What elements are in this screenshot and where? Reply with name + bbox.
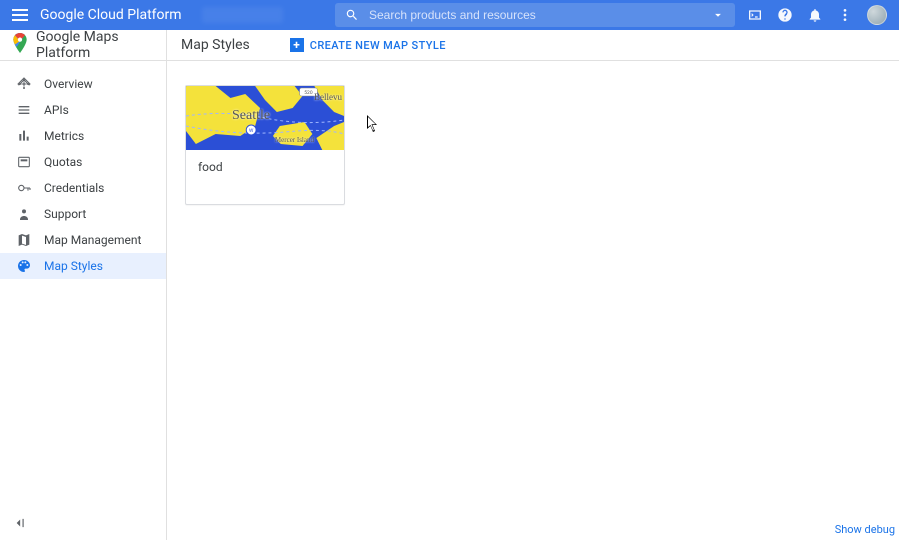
create-map-style-label: CREATE NEW MAP STYLE xyxy=(310,39,446,52)
sidebar-item-metrics[interactable]: Metrics xyxy=(0,123,166,149)
platform-title: Google Cloud Platform xyxy=(40,7,182,23)
sidebar-item-quotas[interactable]: Quotas xyxy=(0,149,166,175)
product-brand-label: Google Maps Platform xyxy=(36,29,166,61)
sidebar-item-label: Credentials xyxy=(44,181,104,195)
create-map-style-button[interactable]: + CREATE NEW MAP STYLE xyxy=(290,38,446,52)
menu-icon[interactable] xyxy=(12,9,28,21)
palette-icon xyxy=(16,258,32,274)
top-header: Google Cloud Platform xyxy=(0,0,899,30)
map-icon xyxy=(16,232,32,248)
map-style-thumbnail: 520 W Seattle Bellevu Mercer Island xyxy=(186,86,344,150)
collapse-sidebar-button[interactable] xyxy=(10,514,28,532)
sidebar-item-label: APIs xyxy=(44,103,69,117)
sidebar: Overview APIs Metrics Quotas Credentials… xyxy=(0,61,167,540)
sidebar-item-label: Map Styles xyxy=(44,259,103,273)
search-box[interactable] xyxy=(335,3,735,27)
svg-text:520: 520 xyxy=(304,90,313,96)
person-icon xyxy=(16,206,32,222)
key-icon xyxy=(16,180,32,196)
sidebar-item-map-styles[interactable]: Map Styles xyxy=(0,253,166,279)
svg-text:W: W xyxy=(249,128,254,134)
show-debug-link[interactable]: Show debug xyxy=(835,523,895,536)
sidebar-item-support[interactable]: Support xyxy=(0,201,166,227)
chevron-left-collapse-icon xyxy=(12,516,26,530)
thumb-city-label: Seattle xyxy=(232,108,270,124)
sidebar-item-label: Quotas xyxy=(44,155,82,169)
cursor-icon xyxy=(367,115,379,133)
plus-icon: + xyxy=(290,38,304,52)
sidebar-item-label: Support xyxy=(44,207,86,221)
sidebar-item-credentials[interactable]: Credentials xyxy=(0,175,166,201)
product-brand: Google Maps Platform xyxy=(0,30,167,60)
notifications-icon[interactable] xyxy=(807,7,823,23)
sidebar-item-overview[interactable]: Overview xyxy=(0,71,166,97)
maps-pin-icon xyxy=(12,33,28,57)
list-icon xyxy=(16,102,32,118)
search-icon xyxy=(345,8,359,22)
sidebar-item-apis[interactable]: APIs xyxy=(0,97,166,123)
cloud-shell-icon[interactable] xyxy=(747,7,763,23)
page-title: Map Styles xyxy=(167,37,250,53)
project-selector[interactable] xyxy=(202,7,283,23)
sidebar-item-label: Map Management xyxy=(44,233,141,247)
content-area: 520 W Seattle Bellevu Mercer Island food xyxy=(167,61,899,540)
search-input[interactable] xyxy=(369,8,701,22)
header-actions xyxy=(747,5,887,25)
more-icon[interactable] xyxy=(837,7,853,23)
sidebar-item-label: Overview xyxy=(44,77,93,91)
sidebar-item-map-management[interactable]: Map Management xyxy=(0,227,166,253)
product-header: Google Maps Platform Map Styles + CREATE… xyxy=(0,30,899,61)
thumb-east-label: Bellevu xyxy=(314,92,342,102)
chevron-down-icon[interactable] xyxy=(711,8,725,22)
help-icon[interactable] xyxy=(777,7,793,23)
bar-chart-icon xyxy=(16,128,32,144)
map-style-name: food xyxy=(186,150,344,204)
body: Overview APIs Metrics Quotas Credentials… xyxy=(0,61,899,540)
overview-icon xyxy=(16,76,32,92)
sidebar-item-label: Metrics xyxy=(44,129,84,143)
avatar[interactable] xyxy=(867,5,887,25)
thumb-island-label: Mercer Island xyxy=(275,136,314,144)
map-style-card[interactable]: 520 W Seattle Bellevu Mercer Island food xyxy=(185,85,345,205)
quota-icon xyxy=(16,154,32,170)
